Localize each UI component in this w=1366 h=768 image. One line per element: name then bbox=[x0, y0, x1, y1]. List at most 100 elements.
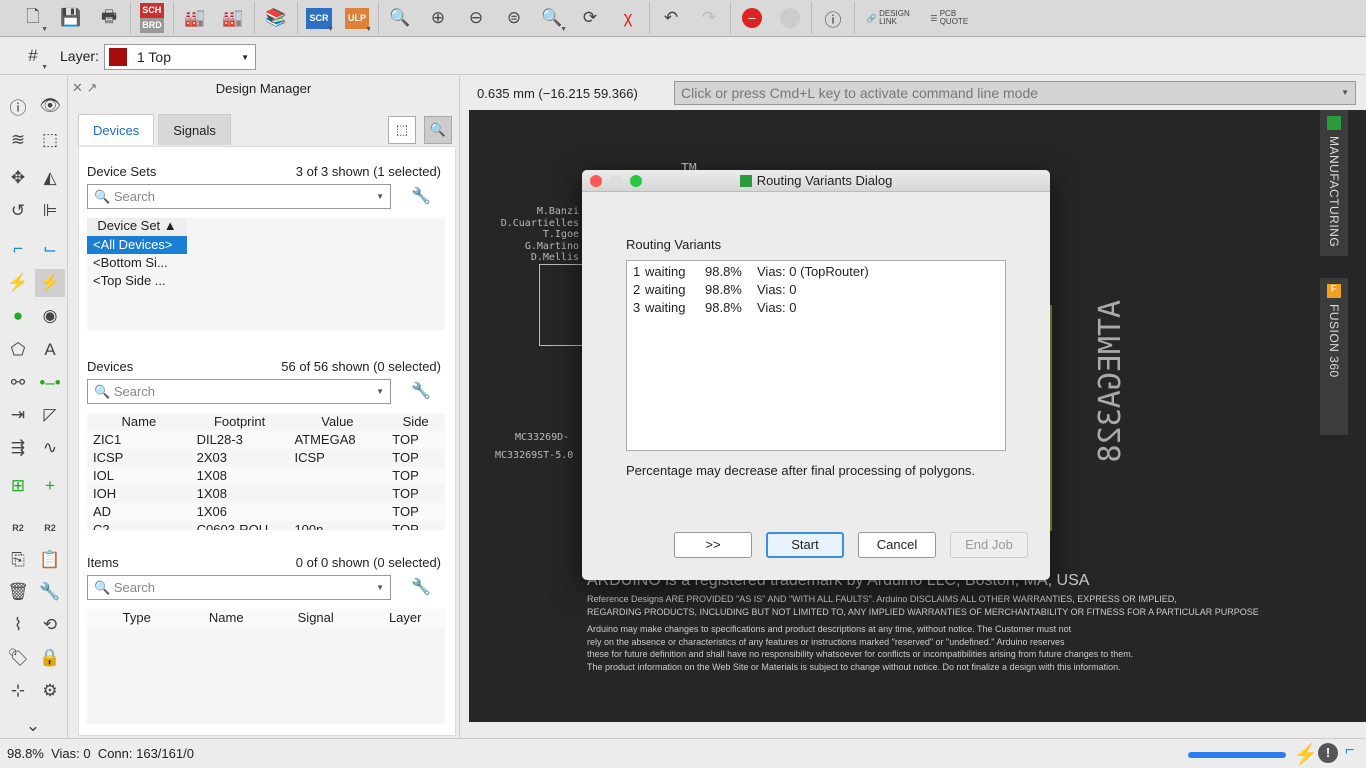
add-icon[interactable]: + bbox=[35, 472, 65, 500]
column-header[interactable]: Name bbox=[87, 413, 191, 431]
lock-icon[interactable]: 🔒 bbox=[35, 644, 65, 672]
table-row[interactable]: IOL 1X08 TOP bbox=[87, 467, 445, 485]
ratsnest-icon[interactable]: χ bbox=[609, 3, 647, 33]
device-sets-search[interactable]: 🔍 Search ▼ bbox=[87, 184, 391, 209]
sch-brd-switch-button[interactable]: SCH BRD bbox=[133, 3, 171, 33]
more-button[interactable]: >> bbox=[674, 532, 752, 558]
value-icon[interactable]: R2 bbox=[3, 514, 33, 542]
print-button[interactable]: 🖶 bbox=[90, 3, 128, 33]
select-mode-button[interactable]: ⬚ bbox=[388, 116, 416, 144]
attribute-icon[interactable]: ⊹ bbox=[3, 677, 33, 705]
warning-icon[interactable]: ! bbox=[1318, 743, 1338, 763]
zoom-fit-icon[interactable]: 🔍 bbox=[381, 3, 419, 33]
cancel-button[interactable]: Cancel bbox=[858, 532, 936, 558]
add-part-icon[interactable]: ⊞ bbox=[3, 472, 33, 500]
run-icon[interactable]: ⚙ bbox=[35, 677, 65, 705]
save-button[interactable]: 💾 bbox=[52, 3, 90, 33]
meander-icon[interactable]: ⇶ bbox=[3, 434, 33, 462]
tag-icon[interactable]: 🏷 bbox=[3, 644, 33, 672]
column-header[interactable]: Side bbox=[386, 413, 445, 431]
devices-search[interactable]: 🔍 Search ▼ bbox=[87, 379, 391, 404]
info-icon[interactable]: ⓘ bbox=[3, 92, 33, 120]
table-row[interactable]: ZIC1 DIL28-3 ATMEGA8 TOP bbox=[87, 431, 445, 449]
devices-wrench-icon[interactable]: 🔧 bbox=[411, 381, 431, 401]
mirror-icon[interactable]: ◭ bbox=[35, 164, 65, 192]
lightning-icon[interactable]: ⚡ bbox=[1293, 742, 1318, 767]
device-set-row[interactable]: <Top Side ... bbox=[87, 272, 187, 290]
miter-icon[interactable]: ◸ bbox=[35, 401, 65, 429]
stop-icon[interactable]: − bbox=[733, 3, 771, 33]
new-file-button[interactable]: 🗋 ▼ bbox=[14, 3, 52, 34]
cam-import-button[interactable]: 🏭 bbox=[214, 3, 252, 33]
ripup-circle-icon[interactable]: ⟲ bbox=[35, 611, 65, 639]
column-header[interactable]: Value bbox=[289, 413, 387, 431]
wave-icon[interactable]: ∿ bbox=[35, 434, 65, 462]
wire-icon[interactable]: •–• bbox=[35, 369, 65, 397]
end-job-button[interactable]: End Job bbox=[950, 532, 1028, 558]
autorouter-active-icon[interactable]: ⚡ bbox=[35, 269, 65, 297]
rotate-icon[interactable]: ↺ bbox=[3, 197, 33, 225]
variant-row[interactable]: 3 waiting 98.8% Vias: 0 bbox=[633, 299, 999, 317]
ripup-icon[interactable]: ⌙ bbox=[35, 235, 65, 263]
cam-processor-button[interactable]: 🏭 bbox=[176, 3, 214, 33]
variant-row[interactable]: 1 waiting 98.8% Vias: 0 (TopRouter) bbox=[633, 263, 999, 281]
scr-button[interactable]: SCR ▼ bbox=[300, 3, 338, 33]
name-icon[interactable]: R2 bbox=[35, 514, 65, 542]
column-header[interactable]: Signal bbox=[266, 609, 365, 627]
device-set-row[interactable]: <Bottom Si... bbox=[87, 254, 187, 272]
smash-icon[interactable]: ⌇ bbox=[3, 611, 33, 639]
minimize-window-button[interactable] bbox=[610, 175, 622, 187]
grid-icon[interactable]: # ▼ bbox=[14, 41, 52, 71]
show-icon[interactable]: 👁 bbox=[35, 92, 65, 120]
zoom-selected-button[interactable]: 🔍 bbox=[424, 116, 452, 144]
undo-icon[interactable]: ↶ bbox=[652, 3, 690, 33]
zoom-window-button[interactable] bbox=[630, 175, 642, 187]
polygon-icon[interactable]: ⬠ bbox=[3, 336, 33, 364]
pcb-quote-button[interactable]: ☰ PCB QUOTE bbox=[919, 3, 981, 33]
expand-chevron-icon[interactable]: ⌄ bbox=[18, 712, 48, 740]
column-device-set[interactable]: Device Set ▲ bbox=[87, 218, 187, 236]
tab-devices[interactable]: Devices bbox=[78, 114, 155, 145]
design-link-button[interactable]: 🔗 DESIGN LINK bbox=[857, 3, 919, 33]
device-sets-wrench-icon[interactable]: 🔧 bbox=[411, 186, 431, 206]
items-wrench-icon[interactable]: 🔧 bbox=[411, 577, 431, 597]
help-icon[interactable]: ⓘ bbox=[814, 3, 852, 33]
refresh-icon[interactable]: ⟳ bbox=[571, 3, 609, 33]
start-button[interactable]: Start bbox=[766, 532, 844, 558]
layer-select[interactable]: 1 Top ▼ bbox=[104, 44, 256, 70]
ulp-button[interactable]: ULP ▼ bbox=[338, 3, 376, 33]
column-header[interactable]: Layer bbox=[365, 609, 445, 627]
hole-icon[interactable]: ◉ bbox=[35, 302, 65, 330]
table-row[interactable]: ICSP 2X03 ICSP TOP bbox=[87, 449, 445, 467]
zoom-redraw-icon[interactable]: ⊜ bbox=[495, 3, 533, 33]
column-header[interactable]: Footprint bbox=[191, 413, 289, 431]
column-header[interactable]: Type bbox=[87, 609, 186, 627]
table-row[interactable]: IOH 1X08 TOP bbox=[87, 485, 445, 503]
split-icon[interactable]: ⇥ bbox=[3, 401, 33, 429]
align-icon[interactable]: ⊫ bbox=[35, 197, 65, 225]
paste-icon[interactable]: 📋 bbox=[35, 546, 65, 574]
copy-icon[interactable]: ⎘ bbox=[3, 546, 33, 574]
manufacturing-tab[interactable]: MANUFACTURING bbox=[1320, 110, 1348, 256]
items-search[interactable]: 🔍 Search ▼ bbox=[87, 575, 391, 600]
zoom-select-icon[interactable]: 🔍 ▼ bbox=[533, 3, 571, 33]
redo-icon[interactable]: ↷ bbox=[690, 3, 728, 33]
table-row[interactable]: AD 1X06 TOP bbox=[87, 503, 445, 521]
command-line-input[interactable]: Click or press Cmd+L key to activate com… bbox=[674, 81, 1356, 105]
close-window-button[interactable] bbox=[590, 175, 602, 187]
fusion360-tab[interactable]: F FUSION 360 bbox=[1320, 278, 1348, 435]
zoom-out-icon[interactable]: ⊖ bbox=[457, 3, 495, 33]
wrench-icon[interactable]: 🔧 bbox=[35, 578, 65, 606]
via-icon[interactable]: ● bbox=[3, 302, 33, 330]
library-button[interactable]: 📚 bbox=[257, 3, 295, 33]
move-icon[interactable]: ✥ bbox=[3, 164, 33, 192]
variant-row[interactable]: 2 waiting 98.8% Vias: 0 bbox=[633, 281, 999, 299]
group-icon[interactable]: ⬚ bbox=[35, 126, 65, 154]
autorouter-icon[interactable]: ⚡ bbox=[3, 269, 33, 297]
layers-icon[interactable]: ≋ bbox=[3, 126, 33, 154]
route-status-icon[interactable]: ⌐ bbox=[1345, 742, 1354, 760]
table-row[interactable]: C2 C0603-ROU 100n TOP bbox=[87, 521, 445, 530]
column-header[interactable]: Name bbox=[186, 609, 266, 627]
text-icon[interactable]: A bbox=[35, 336, 65, 364]
zoom-in-icon[interactable]: ⊕ bbox=[419, 3, 457, 33]
